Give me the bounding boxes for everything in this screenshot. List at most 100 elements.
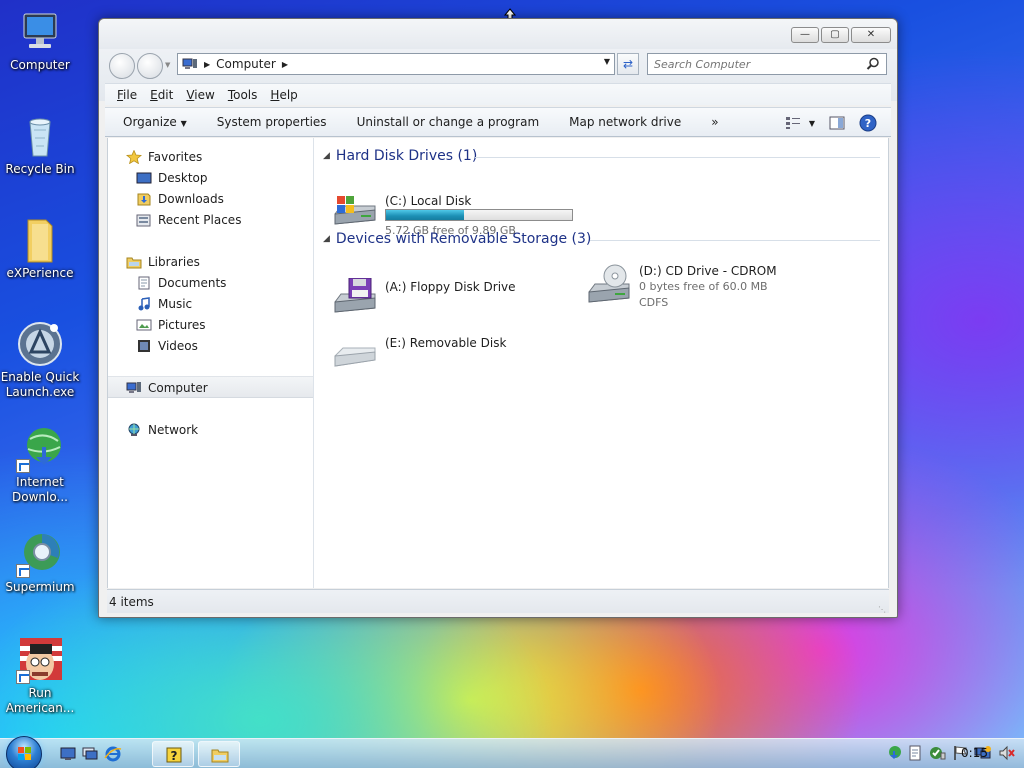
hard-disk-icon <box>334 196 376 225</box>
address-dropdown-icon[interactable]: ▼ <box>604 57 610 66</box>
breadcrumb-chevron-icon[interactable]: ▶ <box>282 60 288 69</box>
security-tray-icon[interactable] <box>928 745 946 761</box>
desktop-icon-computer[interactable]: Computer <box>0 8 80 73</box>
breadcrumb-chevron-icon[interactable]: ▶ <box>204 60 210 69</box>
menu-edit[interactable]: Edit <box>150 88 173 102</box>
internet-explorer-icon[interactable] <box>104 745 122 763</box>
explorer-folder-icon <box>211 749 229 763</box>
system-tray <box>886 745 1016 761</box>
close-button[interactable]: ✕ <box>851 27 891 43</box>
taskbar-button-help[interactable]: ? <box>152 741 194 767</box>
shortcut-arrow-icon <box>16 670 30 684</box>
nav-item-downloads[interactable]: Downloads <box>136 189 224 209</box>
group-header-removable[interactable]: ◢ Devices with Removable Storage (3) <box>323 231 591 247</box>
desktop-icon-recycle-bin[interactable]: Recycle Bin <box>0 112 80 177</box>
title-bar[interactable]: — ▢ ✕ <box>99 19 897 49</box>
nav-item-libraries[interactable]: Libraries <box>126 252 200 272</box>
nav-item-desktop[interactable]: Desktop <box>136 168 208 188</box>
preview-pane-icon[interactable] <box>829 116 845 130</box>
drive-d-filesystem: CDFS <box>639 296 669 309</box>
group-divider <box>590 240 880 241</box>
main-pane: ◢ Hard Disk Drives (1) (C:) Local Disk 5… <box>315 138 888 588</box>
help-book-icon: ? <box>166 747 182 763</box>
desktop-icon <box>136 172 152 184</box>
nav-item-videos[interactable]: Videos <box>136 336 198 356</box>
maximize-icon: ▢ <box>830 29 840 40</box>
maximize-button[interactable]: ▢ <box>821 27 849 43</box>
search-box[interactable] <box>647 53 887 75</box>
recycle-bin-icon <box>16 112 64 160</box>
windows-logo-icon <box>18 747 31 760</box>
explorer-window[interactable]: — ▢ ✕ ▼ ▶ Computer ▶ ▼ ⇄ File Edit View … <box>98 18 898 618</box>
show-desktop-icon[interactable] <box>60 747 76 761</box>
address-bar[interactable]: ▶ Computer ▶ ▼ <box>177 53 615 75</box>
recent-places-icon <box>136 214 151 227</box>
shortcut-arrow-icon <box>16 564 30 578</box>
search-icon[interactable] <box>866 57 880 71</box>
removable-disk-icon <box>334 347 376 367</box>
minimize-icon: — <box>800 29 810 40</box>
nav-item-documents[interactable]: Documents <box>136 273 226 293</box>
floppy-drive-icon <box>334 278 376 313</box>
minimize-button[interactable]: — <box>791 27 819 43</box>
desktop-icon-internet-download[interactable]: Internet Downlo... <box>0 425 80 505</box>
breadcrumb-computer[interactable]: Computer <box>216 57 276 71</box>
supermium-icon <box>16 530 64 578</box>
nav-item-computer[interactable]: Computer <box>126 378 208 398</box>
desktop-icon-supermium[interactable]: Supermium <box>0 530 80 595</box>
folder-icon <box>16 216 64 264</box>
nav-item-network[interactable]: Network <box>126 420 198 440</box>
nav-item-recent-places[interactable]: Recent Places <box>136 210 241 230</box>
cd-drive-icon <box>588 264 630 303</box>
shortcut-arrow-icon <box>16 459 30 473</box>
american-dad-icon <box>16 636 64 684</box>
help-icon[interactable]: ? <box>859 114 877 132</box>
collapse-triangle-icon[interactable]: ◢ <box>323 234 330 244</box>
clock[interactable]: 0:15 <box>961 746 988 760</box>
nav-item-favorites[interactable]: Favorites <box>126 147 202 167</box>
document-tray-icon[interactable] <box>908 745 922 761</box>
uninstall-program-button[interactable]: Uninstall or change a program <box>357 115 540 129</box>
drive-e-name: (E:) Removable Disk <box>385 336 507 350</box>
desktop-icon-run-american[interactable]: Run American... <box>0 636 80 716</box>
refresh-icon: ⇄ <box>622 57 634 71</box>
desktop-icon-experience[interactable]: eXPerience <box>0 216 80 281</box>
drive-d-free-space: 0 bytes free of 60.0 MB <box>639 280 768 293</box>
group-header-hard-disks[interactable]: ◢ Hard Disk Drives (1) <box>323 148 477 164</box>
svg-text:?: ? <box>865 117 871 130</box>
close-icon: ✕ <box>866 29 876 40</box>
chevron-down-icon: ▼ <box>180 119 187 128</box>
back-button[interactable] <box>109 53 135 79</box>
nav-item-pictures[interactable]: Pictures <box>136 315 206 335</box>
chevron-down-icon: ▼ <box>808 118 815 128</box>
star-icon <box>126 150 142 164</box>
documents-icon <box>138 276 150 290</box>
taskbar-button-explorer[interactable] <box>198 741 240 767</box>
libraries-icon <box>126 257 142 269</box>
navigation-pane: Favorites Desktop Downloads Recent Place… <box>108 138 314 588</box>
menu-view[interactable]: View <box>186 88 214 102</box>
search-input[interactable] <box>654 54 864 74</box>
menu-help[interactable]: Help <box>270 88 297 102</box>
start-button[interactable] <box>6 736 42 768</box>
drive-c-name: (C:) Local Disk <box>385 194 472 208</box>
nav-item-music[interactable]: Music <box>136 294 192 314</box>
switch-windows-icon[interactable] <box>82 747 98 761</box>
system-properties-button[interactable]: System properties <box>217 115 327 129</box>
status-bar: 4 items ⋱ <box>107 589 889 614</box>
download-manager-tray-icon[interactable] <box>886 745 902 761</box>
more-commands-button[interactable]: » <box>711 115 718 129</box>
recent-pages-chevron-icon[interactable]: ▼ <box>165 61 170 69</box>
menu-tools[interactable]: Tools <box>228 88 258 102</box>
forward-button[interactable] <box>137 53 163 79</box>
content-area: Favorites Desktop Downloads Recent Place… <box>107 138 889 588</box>
volume-muted-icon[interactable] <box>998 745 1016 761</box>
resize-grip-icon[interactable]: ⋱ <box>878 598 886 622</box>
map-network-drive-button[interactable]: Map network drive <box>569 115 681 129</box>
menu-file[interactable]: File <box>117 88 137 102</box>
collapse-triangle-icon[interactable]: ◢ <box>323 151 330 161</box>
organize-button[interactable]: Organize ▼ <box>123 115 187 129</box>
refresh-button[interactable]: ⇄ <box>617 53 639 75</box>
desktop-icon-enable-quick-launch[interactable]: Enable Quick Launch.exe <box>0 320 80 400</box>
change-view-button[interactable]: ▼ <box>785 116 815 130</box>
